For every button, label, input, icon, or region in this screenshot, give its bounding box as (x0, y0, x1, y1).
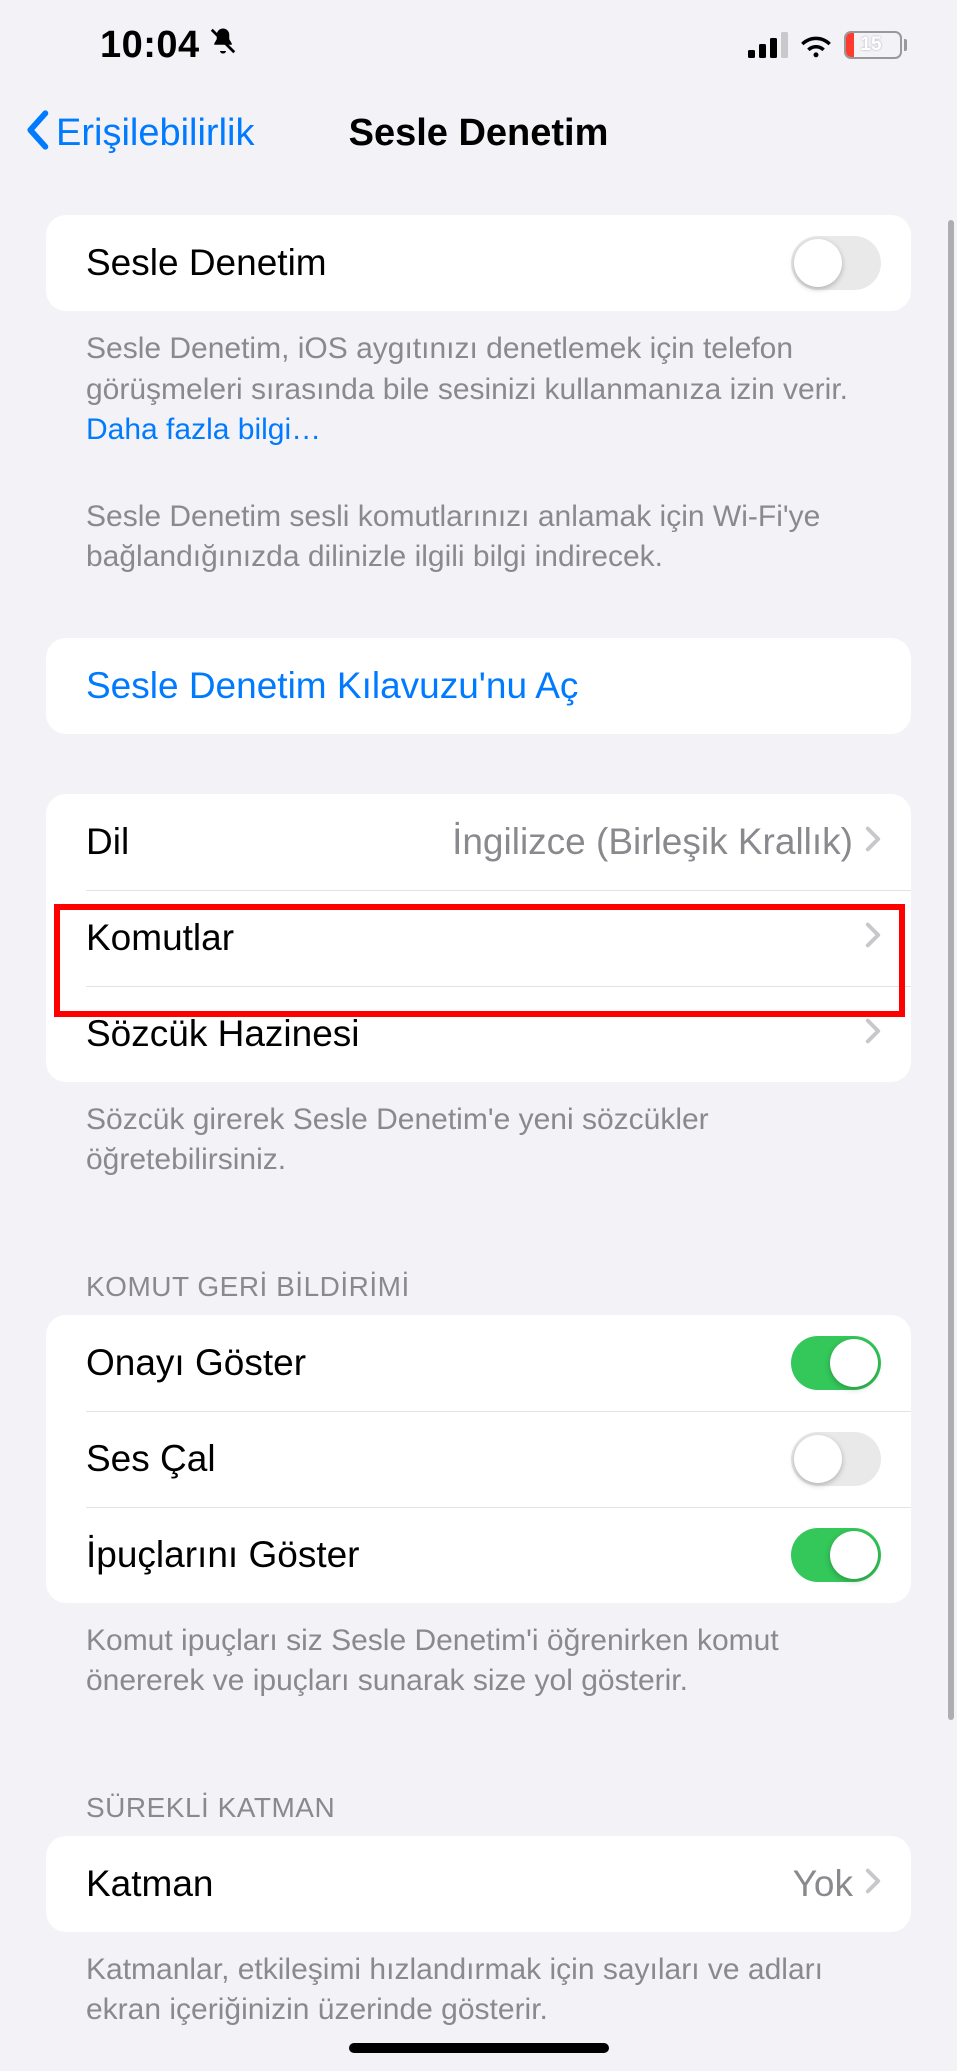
navigation-bar: Erişilebilirlik Sesle Denetim (0, 90, 957, 187)
open-voice-control-guide-row[interactable]: Sesle Denetim Kılavuzu'nu Aç (46, 638, 911, 734)
voice-control-description: Sesle Denetim, iOS aygıtınızı denetlemek… (46, 311, 911, 451)
overlay-row[interactable]: Katman Yok (46, 1836, 911, 1932)
home-indicator[interactable] (349, 2043, 609, 2053)
play-sound-toggle[interactable] (791, 1432, 881, 1486)
chevron-right-icon (865, 826, 881, 857)
battery-icon: 15 (844, 31, 907, 59)
voice-control-label: Sesle Denetim (86, 242, 791, 284)
vocabulary-label: Sözcük Hazinesi (86, 1013, 865, 1055)
wifi-icon (798, 32, 834, 58)
chevron-left-icon (24, 110, 50, 157)
voice-control-toggle-row[interactable]: Sesle Denetim (46, 215, 911, 311)
chevron-right-icon (865, 922, 881, 953)
play-sound-row[interactable]: Ses Çal (46, 1411, 911, 1507)
overlay-value: Yok (793, 1863, 853, 1905)
commands-label: Komutlar (86, 917, 865, 959)
show-hints-row[interactable]: İpuçlarını Göster (46, 1507, 911, 1603)
status-right: 15 (748, 31, 907, 59)
show-confirmation-row[interactable]: Onayı Göster (46, 1315, 911, 1411)
chevron-right-icon (865, 1018, 881, 1049)
voice-control-wifi-note: Sesle Denetim sesli komutlarınızı anlama… (46, 479, 911, 578)
language-value: İngilizce (Birleşik Krallık) (452, 821, 853, 863)
language-label: Dil (86, 821, 452, 863)
overlay-footer: Katmanlar, etkileşimi hızlandırmak için … (46, 1932, 911, 2031)
language-row[interactable]: Dil İngilizce (Birleşik Krallık) (46, 794, 911, 890)
chevron-right-icon (865, 1868, 881, 1899)
back-label: Erişilebilirlik (56, 112, 254, 155)
show-confirmation-toggle[interactable] (791, 1336, 881, 1390)
bell-slash-icon (208, 26, 238, 64)
learn-more-link[interactable]: Daha fazla bilgi… (86, 413, 321, 446)
command-feedback-header: KOMUT GERİ BİLDİRİMİ (46, 1271, 911, 1315)
commands-row[interactable]: Komutlar (46, 890, 911, 986)
show-hints-toggle[interactable] (791, 1528, 881, 1582)
open-guide-label: Sesle Denetim Kılavuzu'nu Aç (86, 665, 578, 707)
battery-percent: 15 (846, 33, 896, 57)
cellular-signal-icon (748, 32, 788, 58)
hints-footer: Komut ipuçları siz Sesle Denetim'i öğren… (46, 1603, 911, 1702)
status-left: 10:04 (100, 24, 238, 67)
voice-control-toggle[interactable] (791, 236, 881, 290)
show-confirmation-label: Onayı Göster (86, 1342, 791, 1384)
overlay-label: Katman (86, 1863, 793, 1905)
play-sound-label: Ses Çal (86, 1438, 791, 1480)
scroll-indicator[interactable] (948, 220, 954, 1720)
back-button[interactable]: Erişilebilirlik (24, 110, 254, 157)
show-hints-label: İpuçlarını Göster (86, 1534, 791, 1576)
status-time: 10:04 (100, 24, 200, 67)
vocabulary-row[interactable]: Sözcük Hazinesi (46, 986, 911, 1082)
status-bar: 10:04 15 (0, 0, 957, 90)
overlay-header: SÜREKLİ KATMAN (46, 1792, 911, 1836)
vocabulary-footer: Sözcük girerek Sesle Denetim'e yeni sözc… (46, 1082, 911, 1181)
